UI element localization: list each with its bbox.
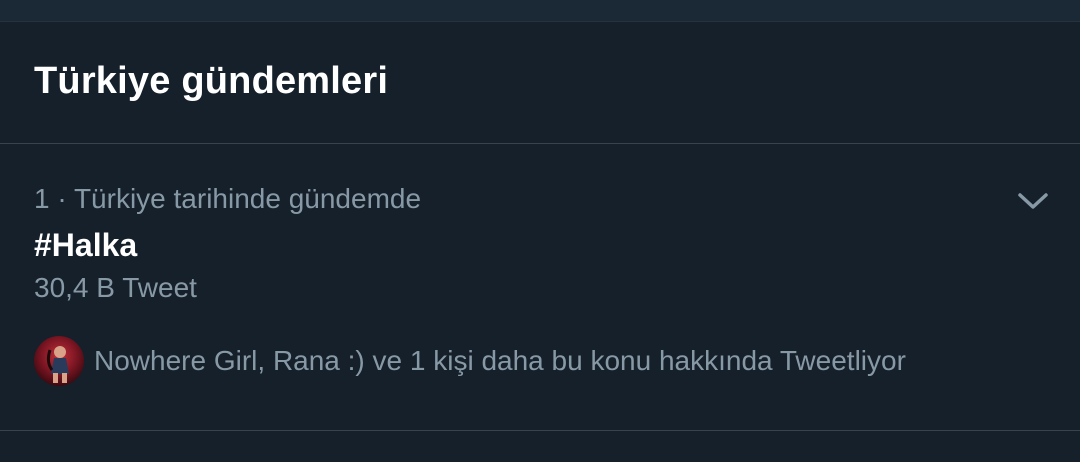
trend-item[interactable]: 1 · Türkiye tarihinde gündemde #Halka 30… — [0, 145, 1080, 431]
section-title: Türkiye gündemleri — [34, 60, 389, 102]
trend-name: #Halka — [34, 227, 138, 263]
avatar — [34, 336, 84, 386]
social-context: Nowhere Girl, Rana :) ve 1 kişi daha bu … — [34, 335, 906, 387]
top-strip — [0, 0, 1080, 22]
chevron-down-icon[interactable] — [1014, 185, 1052, 217]
next-item-area — [0, 432, 1080, 462]
social-context-text: Nowhere Girl, Rana :) ve 1 kişi daha bu … — [94, 345, 906, 376]
trend-tweet-count: 30,4 B Tweet — [34, 272, 197, 303]
section-header: Türkiye gündemleri — [0, 22, 1080, 144]
trend-rank-location: 1 · Türkiye tarihinde gündemde — [34, 183, 422, 214]
